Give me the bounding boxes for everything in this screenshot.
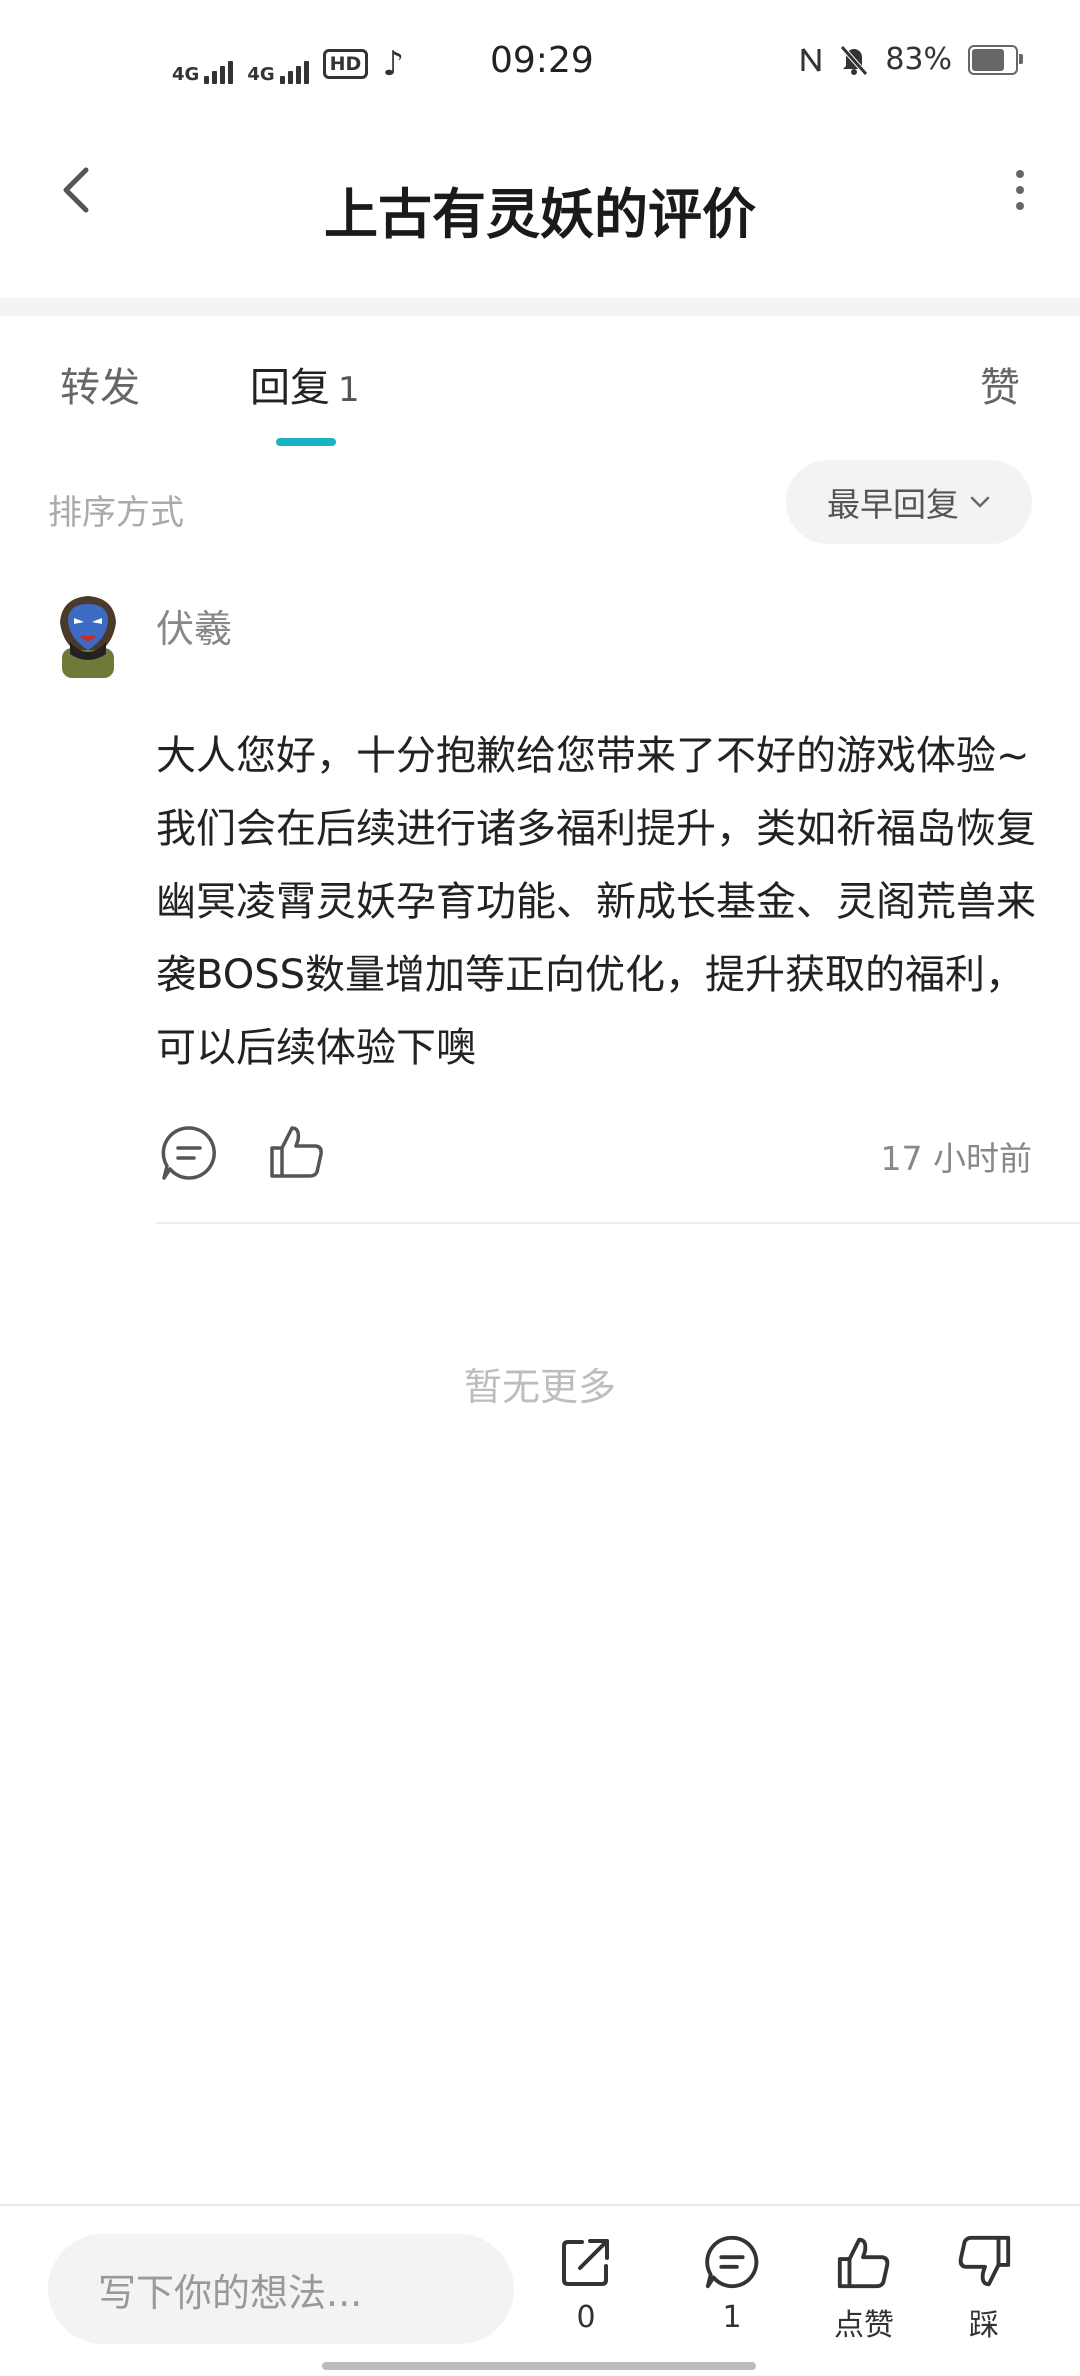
tab-likes[interactable]: 赞	[980, 355, 1020, 413]
tab-replies-count: 1	[338, 370, 360, 410]
status-bar: 4G 4G HD ♪ 09:29 83%	[0, 0, 1080, 130]
avatar[interactable]	[52, 592, 124, 678]
dislike-label: 踩	[969, 2308, 999, 2343]
section-separator	[0, 298, 1080, 316]
signal-icon-2: 4G	[247, 44, 309, 85]
page-title: 上古有灵妖的评价	[324, 183, 756, 246]
sort-selected: 最早回复	[827, 485, 959, 524]
battery-icon	[968, 44, 1023, 75]
sort-dropdown[interactable]: 最早回复	[786, 460, 1032, 544]
comment-input-placeholder: 写下你的想法...	[98, 2270, 363, 2315]
nfc-icon	[801, 47, 821, 72]
reply-button[interactable]: 1	[682, 2232, 782, 2335]
sort-label: 排序方式	[48, 493, 184, 533]
like-button[interactable]: 点赞	[814, 2232, 914, 2344]
comment-text: 大人您好，十分抱歉给您带来了不好的游戏体验~我们会在后续进行诸多福利提升，类如祈…	[156, 733, 1036, 1071]
clock: 09:29	[490, 40, 594, 81]
tab-forward-label: 转发	[60, 365, 140, 411]
bottom-bar-border	[0, 2204, 1080, 2206]
dislike-button[interactable]: 踩	[934, 2232, 1034, 2344]
battery-fill	[972, 48, 1004, 71]
reply-icon[interactable]	[158, 1122, 220, 1184]
status-right: 83%	[799, 42, 1023, 77]
battery-percent: 83%	[885, 42, 952, 77]
chevron-down-icon	[970, 496, 990, 508]
app-header: 上古有灵妖的评价	[0, 130, 1080, 310]
comment-icon	[705, 2235, 759, 2289]
thumbs-down-icon	[958, 2235, 1011, 2287]
share-count: 0	[576, 2300, 596, 2335]
tab-forward[interactable]: 转发	[60, 355, 140, 413]
comment-timestamp: 17 小时前	[880, 1139, 1032, 1178]
more-options-icon[interactable]	[1000, 160, 1040, 220]
status-left: 4G 4G HD ♪	[172, 44, 404, 84]
active-tab-indicator	[276, 438, 336, 446]
network-type: 4G	[172, 64, 200, 85]
share-button[interactable]: 0	[536, 2232, 636, 2335]
home-indicator[interactable]	[322, 2362, 756, 2370]
comment-input[interactable]: 写下你的想法...	[48, 2234, 514, 2344]
signal-icon: 4G	[172, 44, 234, 85]
network-type-2: 4G	[247, 64, 275, 85]
no-more-text: 暂无更多	[463, 1365, 616, 1409]
comment-divider	[156, 1222, 1080, 1224]
share-icon	[562, 2239, 609, 2286]
like-label: 点赞	[834, 2308, 894, 2343]
thumbs-up-icon	[837, 2237, 890, 2289]
tab-likes-label: 赞	[980, 365, 1020, 411]
tiktok-icon: ♪	[382, 44, 405, 84]
mute-bell-icon	[840, 44, 869, 76]
like-icon[interactable]	[266, 1120, 328, 1182]
comment-username[interactable]: 伏羲	[156, 598, 232, 653]
tab-replies[interactable]: 回复 1	[250, 355, 360, 413]
hd-voice-icon: HD	[322, 49, 369, 79]
reply-count: 1	[722, 2300, 742, 2335]
tab-replies-label: 回复	[250, 365, 330, 411]
